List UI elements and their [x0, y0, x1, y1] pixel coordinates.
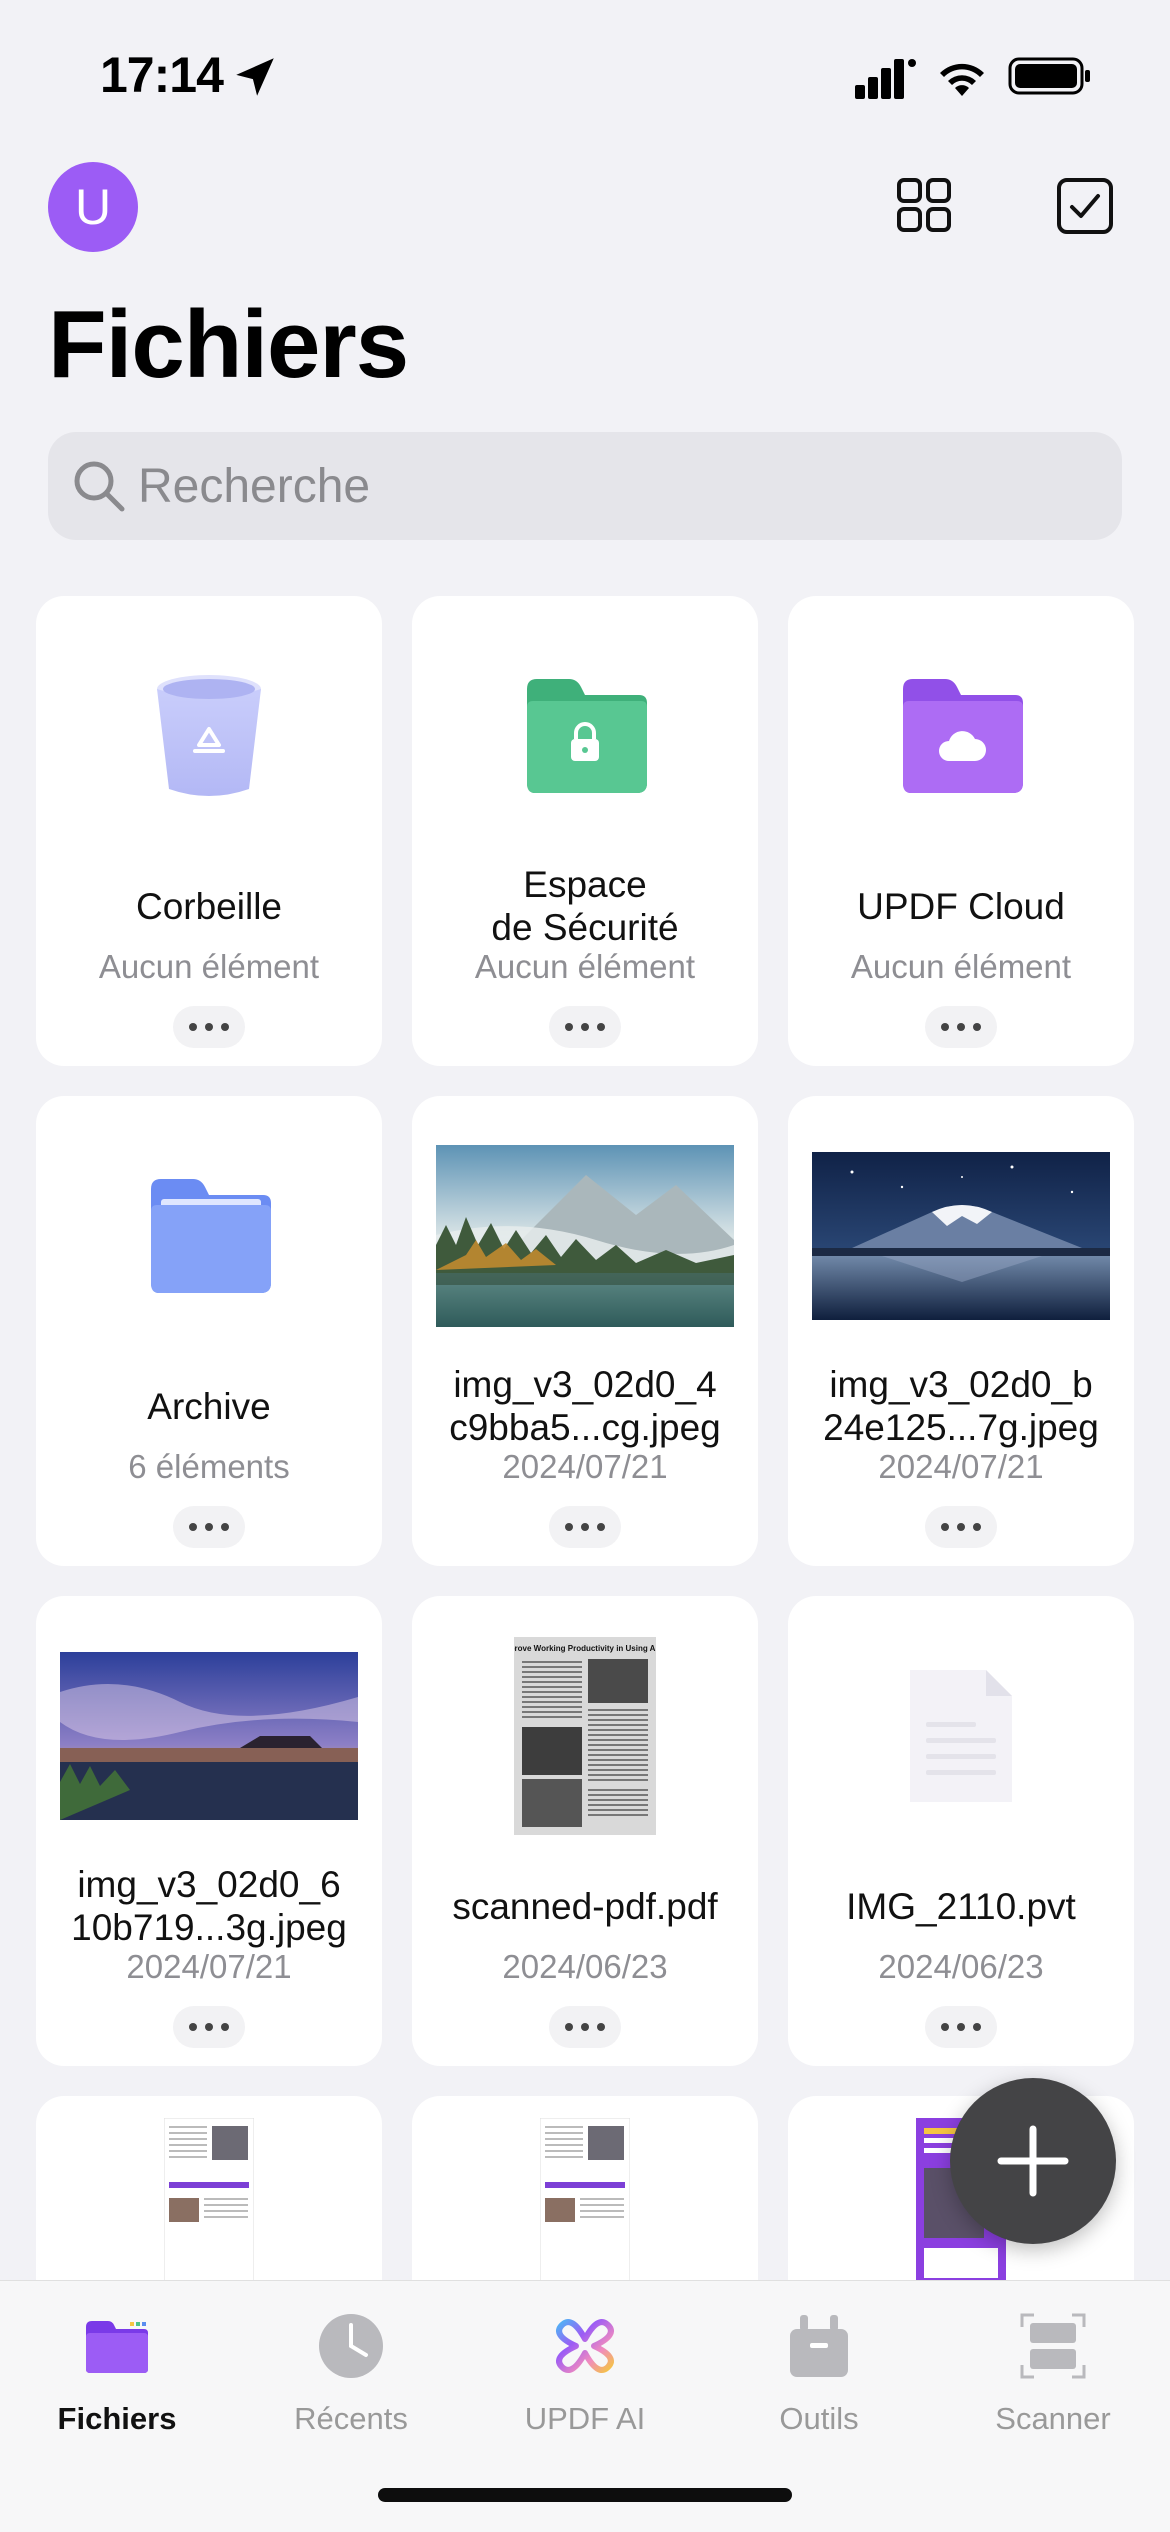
file-name: img_v3_02d0_6 10b719...3g.jpeg	[71, 1864, 347, 1948]
file-card[interactable]	[36, 2096, 382, 2296]
home-indicator[interactable]	[378, 2488, 792, 2502]
avatar[interactable]: U	[48, 162, 138, 252]
status-bar: 17:14	[0, 0, 1170, 150]
document-thumbnail	[164, 2118, 254, 2288]
blank-document-icon	[910, 1670, 1012, 1802]
more-options-button[interactable]	[173, 1506, 245, 1548]
secure-folder-icon	[527, 679, 647, 793]
scan-icon	[1020, 2313, 1086, 2379]
more-options-button[interactable]	[173, 1006, 245, 1048]
thumbnail	[788, 1126, 1134, 1346]
more-options-button[interactable]	[925, 1506, 997, 1548]
file-name: Archive	[147, 1385, 271, 1427]
tab-label: Récents	[294, 2401, 408, 2436]
misty-lake-thumbnail	[436, 1145, 734, 1327]
file-meta: 2024/06/23	[502, 1948, 668, 1985]
folder-tab-icon	[86, 2321, 148, 2373]
tab-label: UPDF AI	[524, 2401, 646, 2436]
file-card[interactable]: Archive 6 éléments	[36, 1096, 382, 1566]
file-meta: Aucun élément	[98, 948, 320, 985]
thumbnail: Improve Working Productivity in Using Ap…	[412, 1626, 758, 1846]
file-meta: 2024/06/23	[878, 1948, 1044, 1985]
tab-updf-ai[interactable]: UPDF AI	[468, 2301, 702, 2451]
file-card[interactable]: img_v3_02d0_6 10b719...3g.jpeg 2024/07/2…	[36, 1596, 382, 2066]
battery-icon	[1008, 57, 1090, 95]
sunset-landscape-thumbnail	[60, 1652, 358, 1820]
select-checkbox-icon[interactable]	[1056, 177, 1114, 235]
tab-label: Scanner	[995, 2401, 1111, 2436]
more-options-button[interactable]	[173, 2006, 245, 2048]
thumbnail	[788, 1626, 1134, 1846]
wifi-icon	[940, 63, 984, 96]
trash-bin-icon	[157, 675, 261, 796]
files-grid: Corbeille Aucun élément Espace de Sécuri…	[36, 596, 1134, 2296]
file-card[interactable]: Improve Working Productivity in Using Ap…	[412, 1596, 758, 2066]
more-options-button[interactable]	[925, 2006, 997, 2048]
location-arrow-icon	[236, 58, 274, 96]
more-options-button[interactable]	[549, 1006, 621, 1048]
file-card[interactable]	[412, 2096, 758, 2296]
thumbnail	[36, 1626, 382, 1846]
tab-label: Fichiers	[57, 2401, 177, 2436]
tab-fichiers[interactable]: Fichiers	[0, 2301, 234, 2451]
grid-view-icon[interactable]	[896, 177, 952, 233]
page-title: Fichiers	[48, 291, 409, 398]
more-options-button[interactable]	[549, 2006, 621, 2048]
file-meta: 2024/07/21	[126, 1948, 292, 1985]
thumbnail	[412, 2118, 758, 2288]
cloud-folder-icon	[903, 679, 1023, 793]
file-name: UPDF Cloud	[857, 885, 1065, 927]
ai-flower-icon	[556, 2319, 614, 2373]
cellular-signal-icon	[855, 59, 916, 99]
file-meta: Aucun élément	[474, 948, 696, 985]
file-name: Espace de Sécurité	[491, 864, 679, 948]
file-card[interactable]: Espace de Sécurité Aucun élément	[412, 596, 758, 1066]
file-meta: Aucun élément	[850, 948, 1072, 985]
thumbnail-title-text: Improve Working Productivity in Using Ap…	[514, 1644, 656, 1653]
thumbnail	[36, 1126, 382, 1346]
file-name: img_v3_02d0_b 24e125...7g.jpeg	[823, 1364, 1099, 1448]
tab-outils[interactable]: Outils	[702, 2301, 936, 2451]
file-meta: 6 éléments	[128, 1448, 290, 1485]
search-bar[interactable]	[48, 432, 1122, 540]
file-name: img_v3_02d0_4 c9bba5...cg.jpeg	[449, 1364, 721, 1448]
search-input[interactable]	[138, 432, 1098, 540]
file-name: scanned-pdf.pdf	[452, 1885, 718, 1927]
file-card[interactable]: img_v3_02d0_b 24e125...7g.jpeg 2024/07/2…	[788, 1096, 1134, 1566]
file-meta: 2024/07/21	[502, 1448, 668, 1485]
thumbnail	[412, 626, 758, 846]
clock-icon	[319, 2314, 383, 2378]
file-card[interactable]: Corbeille Aucun élément	[36, 596, 382, 1066]
thumbnail	[36, 2118, 382, 2288]
status-time: 17:14	[100, 47, 224, 103]
file-card[interactable]: UPDF Cloud Aucun élément	[788, 596, 1134, 1066]
thumbnail	[412, 1126, 758, 1346]
file-card[interactable]: img_v3_02d0_4 c9bba5...cg.jpeg 2024/07/2…	[412, 1096, 758, 1566]
file-card[interactable]: IMG_2110.pvt 2024/06/23	[788, 1596, 1134, 2066]
thumbnail	[36, 626, 382, 846]
search-icon	[74, 461, 125, 512]
tab-label: Outils	[779, 2401, 859, 2436]
file-meta: 2024/07/21	[878, 1448, 1044, 1485]
file-name: Corbeille	[135, 885, 282, 927]
tab-scanner[interactable]: Scanner	[936, 2301, 1170, 2451]
document-thumbnail	[540, 2118, 630, 2288]
tab-recents[interactable]: Récents	[234, 2301, 468, 2451]
toolbox-icon	[790, 2315, 848, 2377]
more-options-button[interactable]	[925, 1006, 997, 1048]
add-button[interactable]	[950, 2078, 1116, 2244]
folder-icon	[151, 1179, 271, 1293]
thumbnail	[788, 626, 1134, 846]
file-name: IMG_2110.pvt	[846, 1885, 1076, 1927]
snowy-mountain-thumbnail	[812, 1152, 1110, 1320]
more-options-button[interactable]	[549, 1506, 621, 1548]
avatar-letter: U	[74, 179, 112, 235]
plus-icon	[997, 2125, 1069, 2197]
scanned-document-thumbnail: Improve Working Productivity in Using Ap…	[514, 1637, 656, 1835]
